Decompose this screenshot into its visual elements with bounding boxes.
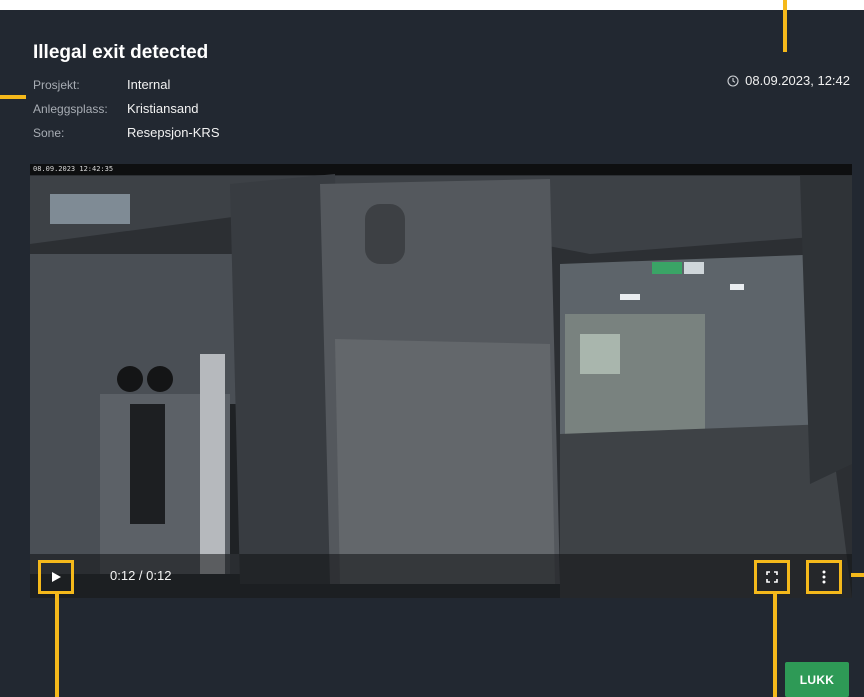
close-button[interactable]: LUKK: [785, 662, 849, 697]
more-options-button[interactable]: [806, 560, 842, 594]
callout-line-play: [55, 594, 59, 697]
fullscreen-button[interactable]: [754, 560, 790, 594]
fullscreen-icon: [766, 571, 778, 583]
video-frame: [30, 164, 852, 598]
project-value: Internal: [127, 77, 171, 92]
callout-line-meta: [0, 95, 26, 99]
camera-timestamp: 08.09.2023 12:42:35: [33, 165, 114, 173]
clock-icon: [727, 74, 739, 87]
event-timestamp: 08.09.2023, 12:42: [727, 73, 850, 88]
callout-line-fullscreen: [773, 594, 777, 697]
more-vertical-icon: [822, 570, 826, 584]
callout-line-timestamp: [783, 0, 787, 52]
play-icon: [52, 572, 61, 582]
site-value: Kristiansand: [127, 101, 199, 116]
video-player[interactable]: 08.09.2023 12:42:35 0:12 / 0:12: [30, 164, 852, 598]
zone-label: Sone:: [33, 126, 65, 140]
page: Illegal exit detected Prosjekt: Internal…: [0, 0, 864, 697]
project-label: Prosjekt:: [33, 78, 80, 92]
callout-line-more: [851, 573, 864, 577]
time-display: 0:12 / 0:12: [110, 568, 172, 583]
play-button[interactable]: [38, 560, 74, 594]
dialog-title: Illegal exit detected: [33, 42, 209, 63]
site-label: Anleggsplass:: [33, 102, 108, 116]
zone-value: Resepsjon-KRS: [127, 125, 220, 140]
timestamp-text: 08.09.2023, 12:42: [745, 73, 850, 88]
